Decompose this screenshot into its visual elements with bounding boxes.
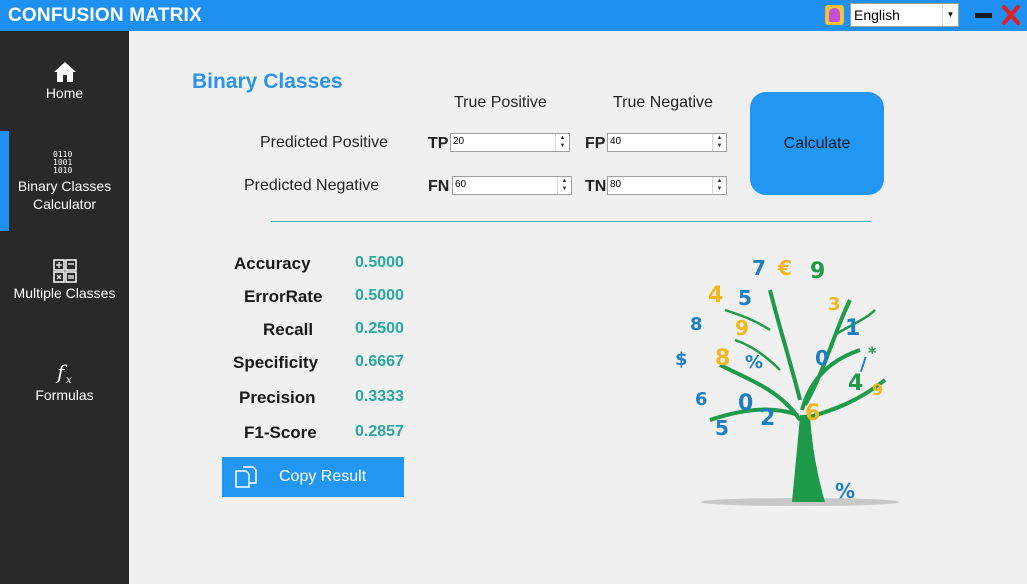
close-icon[interactable]	[1001, 4, 1021, 26]
column-header-true-negative: True Negative	[613, 94, 713, 111]
sidebar-item-multiple-classes[interactable]: Multiple Classes	[0, 259, 129, 309]
svg-text:x: x	[66, 375, 72, 385]
column-header-true-positive: True Positive	[454, 94, 547, 111]
function-icon: f x	[55, 361, 72, 385]
svg-text:1010: 1010	[53, 166, 72, 175]
home-icon	[53, 62, 76, 82]
svg-text:7: 7	[752, 256, 766, 280]
fp-label: FP	[585, 135, 606, 152]
metric-value-error-rate: 0.5000	[355, 287, 404, 304]
svg-text:4: 4	[848, 371, 863, 396]
metric-value-recall: 0.2500	[355, 320, 404, 337]
svg-text:9: 9	[810, 259, 825, 284]
row-label-predicted-negative: Predicted Negative	[244, 177, 380, 194]
metric-label-f1-score: F1-Score	[244, 423, 317, 442]
svg-text:8: 8	[715, 346, 730, 371]
sidebar-item-label: Home	[45, 85, 84, 101]
row-label-predicted-positive: Predicted Positive	[260, 134, 389, 151]
fp-stepper[interactable]: ▲ ▼	[712, 134, 726, 151]
tp-stepper[interactable]: ▲ ▼	[555, 134, 569, 151]
page-title: Binary Classes	[192, 70, 343, 93]
sidebar-item-home[interactable]: Home	[0, 61, 129, 111]
sidebar-item-label: Binary Classes Calculator	[17, 178, 112, 212]
math-tree-illustration: 7 € 9 4 5 3 8 9 1 8 % 0 / $ 6 0 2 6 4 5 …	[675, 256, 900, 506]
svg-text:6: 6	[805, 401, 820, 426]
metric-label-specificity: Specificity	[233, 353, 319, 372]
metric-label-error-rate: ErrorRate	[244, 287, 323, 306]
language-icon	[825, 5, 844, 25]
fn-label: FN	[428, 178, 450, 195]
copy-icon	[235, 466, 257, 488]
metric-value-precision: 0.3333	[355, 388, 404, 405]
copy-result-button[interactable]: Copy Result	[222, 457, 404, 497]
svg-text:5: 5	[715, 416, 729, 440]
chevron-down-icon[interactable]: ▼	[942, 4, 958, 26]
sidebar-item-label: Multiple Classes	[13, 285, 116, 301]
metric-label-recall: Recall	[263, 320, 314, 339]
sidebar-item-formulas[interactable]: f x Formulas	[0, 361, 129, 411]
minimize-button[interactable]	[975, 13, 992, 18]
language-select[interactable]: English ▼	[850, 3, 959, 27]
metric-label-accuracy: Accuracy	[234, 254, 311, 273]
svg-text:%: %	[745, 352, 763, 373]
svg-text:6: 6	[695, 389, 708, 410]
svg-text:5: 5	[738, 286, 752, 310]
svg-text:€: €	[777, 256, 792, 280]
sidebar-item-label: Formulas	[35, 387, 94, 403]
tp-input[interactable]: 20 ▲ ▼	[450, 133, 570, 152]
svg-text:*: *	[868, 343, 877, 362]
svg-text:3: 3	[828, 294, 841, 315]
fn-stepper[interactable]: ▲ ▼	[557, 177, 571, 194]
tn-input[interactable]: 80 ▲ ▼	[607, 176, 727, 195]
fp-input[interactable]: 40 ▲ ▼	[607, 133, 727, 152]
metric-label-precision: Precision	[239, 388, 316, 407]
tp-label: TP	[428, 135, 449, 152]
copy-result-label: Copy Result	[279, 468, 367, 485]
fn-value: 60	[455, 179, 467, 190]
tn-stepper[interactable]: ▲ ▼	[712, 177, 726, 194]
divider	[271, 221, 871, 222]
svg-text:4: 4	[708, 283, 723, 308]
svg-text:2: 2	[760, 406, 775, 431]
svg-text:9: 9	[872, 380, 883, 399]
sidebar: Home 0110 1001 1010 Binary Classes Calcu…	[0, 31, 129, 584]
fp-value: 40	[610, 136, 622, 147]
svg-text:9: 9	[735, 316, 749, 340]
tp-value: 20	[453, 136, 465, 147]
metric-value-f1-score: 0.2857	[355, 423, 404, 440]
metric-value-specificity: 0.6667	[355, 353, 404, 370]
grid-icon	[52, 259, 77, 283]
metric-value-accuracy: 0.5000	[355, 254, 404, 271]
sidebar-item-binary-classes[interactable]: 0110 1001 1010 Binary Classes Calculator	[0, 131, 129, 231]
svg-text:1: 1	[845, 316, 860, 341]
language-value: English	[854, 7, 900, 23]
title-bar: CONFUSION MATRIX English ▼	[0, 0, 1027, 31]
svg-text:0: 0	[815, 346, 829, 370]
svg-text:8: 8	[690, 314, 703, 335]
calculate-button[interactable]: Calculate	[750, 92, 884, 195]
tn-value: 80	[610, 179, 622, 190]
binary-icon: 0110 1001 1010	[53, 150, 72, 175]
tn-label: TN	[585, 178, 607, 195]
svg-text:%: %	[835, 479, 855, 503]
svg-text:0: 0	[738, 391, 753, 416]
app-title: CONFUSION MATRIX	[8, 5, 202, 26]
svg-text:$: $	[675, 349, 688, 370]
fn-input[interactable]: 60 ▲ ▼	[452, 176, 572, 195]
